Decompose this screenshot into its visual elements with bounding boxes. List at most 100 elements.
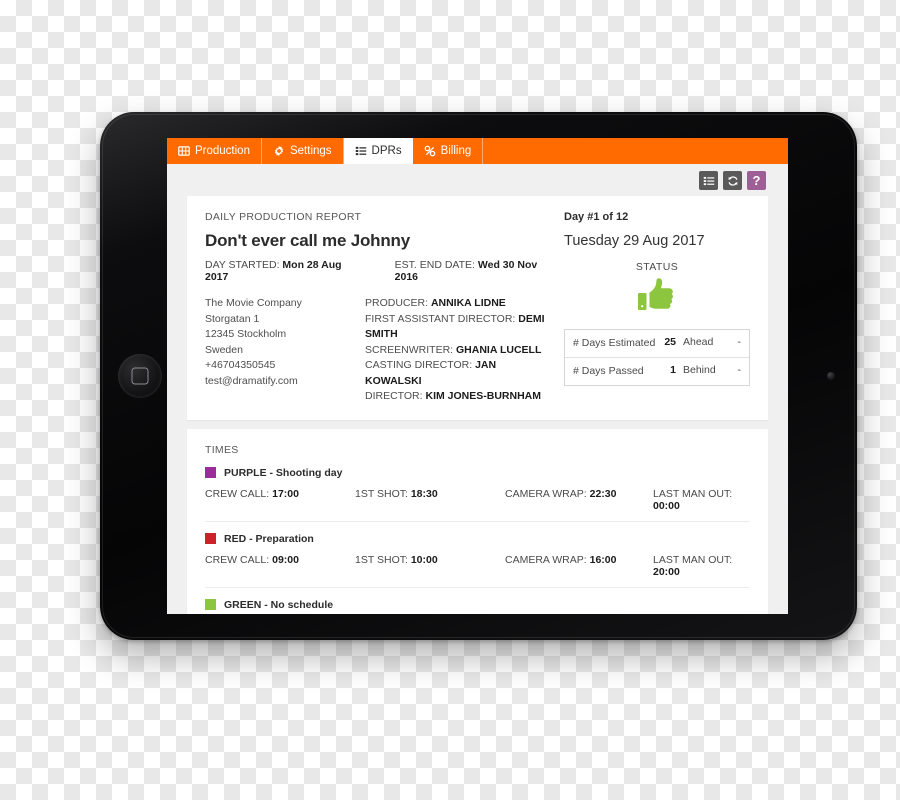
first-shot: 1ST SHOT: 10:00 [355,554,505,578]
report-header-card: DAILY PRODUCTION REPORT Don't ever call … [187,196,768,420]
camera-wrap-label: CAMERA WRAP: [505,487,587,500]
refresh-button[interactable] [723,171,742,190]
tab-production[interactable]: Production [167,138,262,164]
report-dates: DAY STARTED: Mon 28 Aug 2017 EST. END DA… [205,259,554,283]
canvas: Production Settings DPRs Billing ? DAILY… [0,0,900,800]
crew-call: CREW CALL: 09:00 [205,554,355,578]
tab-settings[interactable]: Settings [262,138,344,164]
report-date: Tuesday 29 Aug 2017 [564,233,705,249]
camera-wrap-value: 16:00 [589,553,617,566]
time-block-purple: PURPLE - Shooting day CREW CALL: 17:00 1… [205,467,750,521]
color-swatch-green [205,599,216,611]
tag-icon [424,145,435,157]
time-values-row: CREW CALL: 09:00 1ST SHOT: 10:00 CAMERA … [205,554,750,578]
camera-wrap-label: CAMERA WRAP: [505,553,587,566]
times-heading: TIMES [205,443,239,456]
help-label: ? [752,173,761,188]
company-address: The Movie Company Storgatan 1 12345 Stoc… [205,296,365,405]
crew-call-label: CREW CALL: [205,553,270,566]
time-block-green: GREEN - No schedule [205,586,750,614]
tab-billing[interactable]: Billing [413,138,484,164]
help-button[interactable]: ? [747,171,766,190]
status-row-dash: - [737,364,742,377]
first-shot-value: 10:00 [410,553,438,566]
time-block-label: PURPLE - Shooting day [224,466,343,479]
thumbs-up-icon [638,278,673,310]
crew-role: SCREENWRITER: [365,343,454,356]
crew-name: KIM JONES-BURNHAM [425,390,541,403]
status-row-state: Ahead [683,336,714,348]
company-line: test@dramatify.com [205,374,298,387]
time-block-red: RED - Preparation CREW CALL: 09:00 1ST S… [205,520,750,587]
tab-billing-label: Billing [440,145,472,157]
tab-dprs-label: DPRs [371,145,402,157]
est-end-date: EST. END DATE: Wed 30 Nov 2016 [395,259,554,283]
table-row: # Days Passed 1 Behind - [565,357,749,385]
crew-call-value: 09:00 [272,553,299,566]
est-end-date-label: EST. END DATE: [394,259,475,271]
film-grid-icon [178,146,190,156]
page-title: Don't ever call me Johnny [205,231,410,250]
company-line: 12345 Stockholm [205,328,287,341]
crew-row: FIRST ASSISTANT DIRECTOR: DEMI SMITH [365,312,554,343]
color-swatch-purple [205,467,216,479]
report-kicker: DAILY PRODUCTION REPORT [205,211,362,223]
company-line: The Movie Company [205,297,302,309]
color-swatch-red [205,533,216,545]
refresh-icon [728,175,737,186]
front-camera-icon [827,372,835,380]
last-man-out: LAST MAN OUT: 00:00 [653,488,750,512]
company-line: Storgatan 1 [205,312,260,325]
home-button[interactable] [118,354,162,398]
gear-icon [274,145,284,157]
list-icon [355,146,366,156]
crew-row: CASTING DIRECTOR: JAN KOWALSKI [365,358,554,389]
status-heading: STATUS [635,261,679,273]
crew-role: DIRECTOR: [365,390,423,403]
day-counter: Day #1 of 12 [564,211,629,223]
list-view-icon [703,176,714,185]
crew-list: PRODUCER: ANNIKA LIDNE FIRST ASSISTANT D… [365,296,554,405]
crew-row: DIRECTOR: KIM JONES-BURNHAM [365,389,554,405]
company-line: Sweden [205,343,243,356]
table-row: # Days Estimated 25 Ahead - [565,330,749,357]
first-shot-label: 1ST SHOT: [355,487,408,500]
crew-row: PRODUCER: ANNIKA LIDNE [365,296,554,312]
main-navigation: Production Settings DPRs Billing [167,138,788,164]
page-body: ? DAILY PRODUCTION REPORT Don't ever cal… [167,164,788,614]
crew-name: GHANIA LUCELL [456,343,542,356]
tab-dprs[interactable]: DPRs [343,138,413,164]
last-man-out: LAST MAN OUT: 20:00 [653,554,750,578]
status-row-label: # Days Passed [573,365,644,378]
first-shot-label: 1ST SHOT: [355,553,408,566]
time-values-row: CREW CALL: 17:00 1ST SHOT: 18:30 CAMERA … [205,488,750,512]
status-row-dash: - [737,336,742,348]
crew-role: PRODUCER: [365,297,429,309]
last-man-out-value: 20:00 [653,565,680,578]
company-line: +46704350545 [205,359,276,372]
status-indicator [564,277,750,318]
status-row-number: 1 [670,364,676,377]
tab-production-label: Production [195,145,250,157]
camera-wrap: CAMERA WRAP: 22:30 [505,488,653,512]
day-started: DAY STARTED: Mon 28 Aug 2017 [205,259,359,283]
first-shot: 1ST SHOT: 18:30 [355,488,505,512]
content-toolbar: ? [167,164,788,196]
status-table: # Days Estimated 25 Ahead - # Days Passe… [564,329,750,387]
day-started-label: DAY STARTED: [205,259,280,271]
last-man-out-value: 00:00 [653,499,680,512]
status-panel: Day #1 of 12 Tuesday 29 Aug 2017 STATUS [564,211,750,405]
crew-row: SCREENWRITER: GHANIA LUCELL [365,343,554,359]
crew-name: ANNIKA LIDNE [430,297,506,309]
time-block-label: RED - Preparation [224,532,314,545]
status-row-state: Behind [683,364,716,377]
last-man-out-label: LAST MAN OUT: [653,553,733,566]
tab-settings-label: Settings [289,145,332,157]
tablet-device: Production Settings DPRs Billing ? DAILY… [100,112,857,640]
crew-call-value: 17:00 [272,487,299,500]
crew-call-label: CREW CALL: [205,487,270,500]
time-block-label: GREEN - No schedule [224,598,334,611]
crew-call: CREW CALL: 17:00 [205,488,355,512]
status-row-number: 25 [664,336,676,348]
list-view-button[interactable] [699,171,718,190]
